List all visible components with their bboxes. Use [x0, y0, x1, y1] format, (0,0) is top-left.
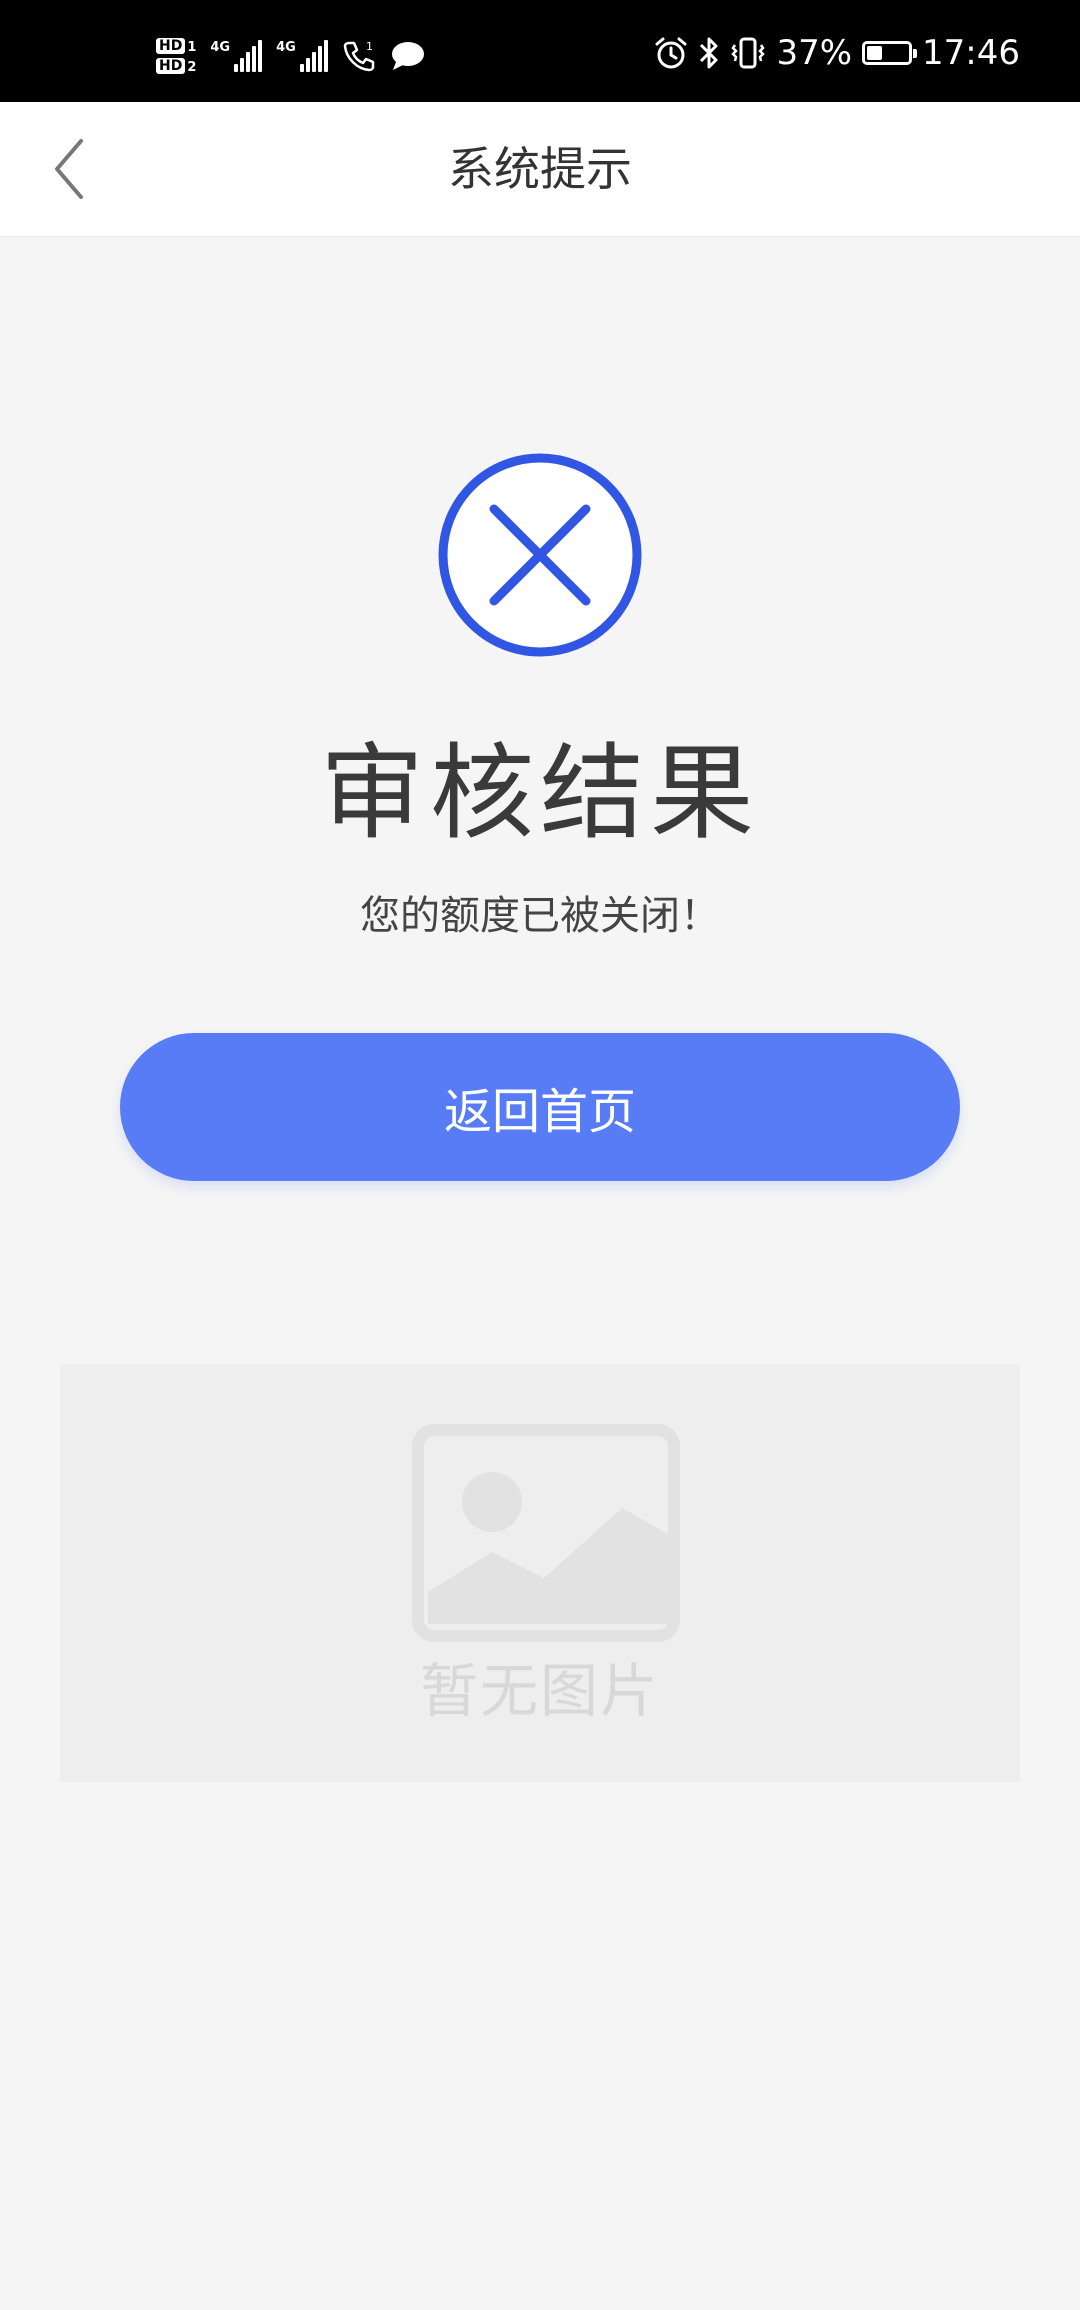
signal-1-icon: 4G — [210, 40, 263, 72]
result-title: 审核结果 — [319, 732, 760, 854]
sim1-number: 1 — [187, 40, 197, 55]
battery-icon — [862, 41, 918, 65]
network2-label: 4G — [276, 40, 296, 55]
message-icon — [390, 40, 426, 72]
battery-level — [867, 46, 883, 60]
sim2-hd-label: HD — [156, 58, 186, 74]
wifi-call-icon: 1 — [342, 39, 376, 73]
page-title: 系统提示 — [448, 142, 632, 196]
return-home-button[interactable]: 返回首页 — [120, 1033, 960, 1181]
alarm-icon — [654, 36, 688, 70]
bluetooth-icon — [698, 35, 720, 71]
clock: 17:46 — [922, 33, 1020, 73]
status-bar-right: 37% 17:46 — [654, 30, 1020, 76]
vibrate-icon — [730, 35, 766, 71]
status-bar: HD 1 HD 2 4G 4G 1 37% 17:46 — [0, 0, 1080, 102]
sim1-hd-label: HD — [156, 38, 186, 54]
close-circle-icon — [437, 452, 643, 658]
placeholder-text: 暂无图片 — [419, 1657, 660, 1725]
sim2-hd-icon: HD 2 — [156, 58, 196, 74]
sim-indicators: HD 1 HD 2 — [156, 38, 196, 74]
network1-label: 4G — [210, 40, 231, 55]
signal-2-icon: 4G — [276, 40, 328, 72]
sim1-hd-icon: HD 1 — [156, 38, 196, 54]
image-placeholder: 暂无图片 — [60, 1364, 1020, 1782]
battery-percent: 37% — [776, 33, 853, 73]
nav-bar: 系统提示 — [0, 102, 1080, 237]
svg-text:1: 1 — [366, 40, 373, 53]
image-icon — [412, 1424, 680, 1642]
status-bar-left: HD 1 HD 2 4G 4G 1 — [156, 26, 426, 86]
result-message: 您的额度已被关闭！ — [360, 893, 720, 939]
sim2-number: 2 — [187, 60, 197, 75]
